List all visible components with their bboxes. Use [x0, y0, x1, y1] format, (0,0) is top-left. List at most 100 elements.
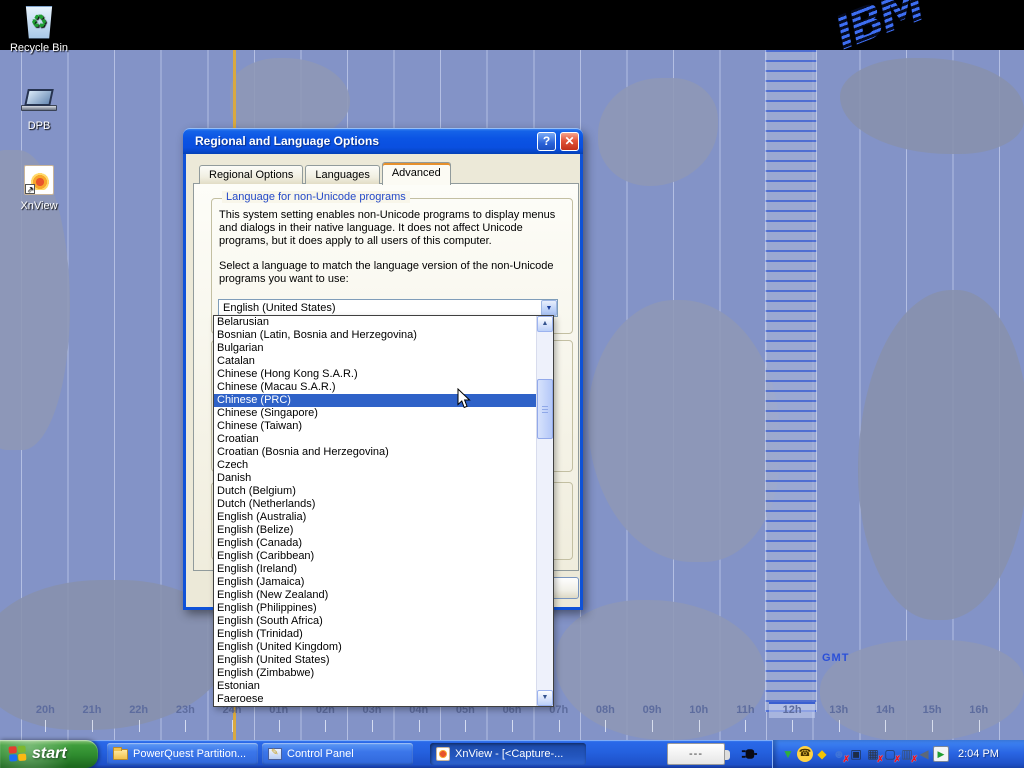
- language-list-item[interactable]: Czech: [214, 459, 536, 472]
- dialup-connection-icon[interactable]: ◆: [814, 746, 830, 762]
- language-list-item[interactable]: English (United Kingdom): [214, 641, 536, 654]
- timezone-tick: [909, 720, 956, 734]
- language-list-item[interactable]: Catalan: [214, 355, 536, 368]
- language-list-item[interactable]: Croatian (Bosnia and Herzegovina): [214, 446, 536, 459]
- timezone-tick: [349, 720, 396, 734]
- taskbar-button-control-panel[interactable]: Control Panel: [262, 743, 413, 765]
- power-plug-icon[interactable]: [739, 746, 758, 767]
- icon-label: XnView: [0, 200, 78, 212]
- timezone-tick: [209, 720, 256, 734]
- desktop-icon-dpb[interactable]: DPB: [0, 82, 78, 132]
- scroll-up-button[interactable]: ▲: [537, 316, 553, 332]
- icon-label: DPB: [0, 120, 78, 132]
- timezone-label: 09h: [629, 704, 676, 718]
- language-list-item[interactable]: English (Zimbabwe): [214, 667, 536, 680]
- language-list-item[interactable]: Danish: [214, 472, 536, 485]
- help-button[interactable]: ?: [537, 132, 556, 151]
- timezone-tick: [675, 720, 722, 734]
- chevron-up-icon: ▲: [542, 320, 549, 327]
- language-list-item[interactable]: Dutch (Belgium): [214, 485, 536, 498]
- timezone-tick: [769, 720, 816, 734]
- language-bar-icon[interactable]: ▶: [933, 746, 949, 762]
- folder-icon: [113, 749, 128, 760]
- status-widget[interactable]: ---: [667, 743, 725, 765]
- language-list-item[interactable]: English (Canada): [214, 537, 536, 550]
- timezone-tick: [69, 720, 116, 734]
- taskbar-clock: 2:04 PM: [958, 748, 999, 760]
- tab-regional-options[interactable]: Regional Options: [199, 165, 303, 184]
- timezone-label: 13h: [815, 704, 862, 718]
- language-list-item[interactable]: Belarusian: [214, 316, 536, 329]
- media-error-icon[interactable]: ▦ ✗: [865, 746, 881, 762]
- windows-flag-icon: [8, 745, 27, 762]
- group-caption: Language for non-Unicode programs: [222, 191, 410, 203]
- language-list-item[interactable]: Bulgarian: [214, 342, 536, 355]
- language-list: BelarusianBosnian (Latin, Bosnia and Her…: [214, 316, 536, 706]
- language-list-item[interactable]: English (Australia): [214, 511, 536, 524]
- combobox-dropdown-button[interactable]: ▼: [541, 300, 557, 316]
- scroll-down-button[interactable]: ▼: [537, 690, 553, 706]
- timezone-label: 23h: [162, 704, 209, 718]
- start-button[interactable]: start: [0, 740, 98, 768]
- taskbar-button-powerquest[interactable]: PowerQuest Partition...: [107, 743, 258, 765]
- language-list-item[interactable]: Chinese (PRC): [214, 394, 536, 407]
- language-list-item[interactable]: Croatian: [214, 433, 536, 446]
- chevron-down-icon: ▼: [546, 305, 553, 312]
- language-list-item[interactable]: Faeroese: [214, 693, 536, 706]
- timezone-label: 08h: [582, 704, 629, 718]
- language-list-item[interactable]: Chinese (Singapore): [214, 407, 536, 420]
- system-tray: ▼ ☎ ◆ ☻ ✗: [772, 740, 1024, 768]
- desktop-icon-recycle-bin[interactable]: ♻ Recycle Bin: [0, 4, 78, 54]
- offline-users-icon[interactable]: ☻ ✗: [831, 746, 847, 762]
- timezone-tick: [22, 720, 69, 734]
- description-text: This system setting enables non-Unicode …: [219, 209, 555, 248]
- timezone-tick: [722, 720, 769, 734]
- language-list-item[interactable]: Bosnian (Latin, Bosnia and Herzegovina): [214, 329, 536, 342]
- language-list-item[interactable]: English (Jamaica): [214, 576, 536, 589]
- control-panel-icon: [268, 748, 282, 760]
- language-dropdown-list: BelarusianBosnian (Latin, Bosnia and Her…: [213, 315, 554, 707]
- shortcut-arrow-icon: ↗: [25, 184, 35, 194]
- timezone-label: 22h: [115, 704, 162, 718]
- language-list-item[interactable]: English (Caribbean): [214, 550, 536, 563]
- recycle-bin-icon: ♻: [0, 4, 78, 40]
- language-list-item[interactable]: English (Philippines): [214, 602, 536, 615]
- language-list-item[interactable]: English (New Zealand): [214, 589, 536, 602]
- timezone-label: 20h: [22, 704, 69, 718]
- language-list-item[interactable]: Estonian: [214, 680, 536, 693]
- language-list-item[interactable]: Chinese (Taiwan): [214, 420, 536, 433]
- timezone-tick: [582, 720, 629, 734]
- tab-languages[interactable]: Languages: [305, 165, 379, 184]
- timezone-label: 10h: [675, 704, 722, 718]
- disconnected-computer-icon[interactable]: ▢ ✗: [882, 746, 898, 762]
- scrollbar-thumb[interactable]: [537, 379, 553, 439]
- close-button[interactable]: ✕: [560, 132, 579, 151]
- language-list-item[interactable]: Chinese (Hong Kong S.A.R.): [214, 368, 536, 381]
- xnview-icon: [436, 747, 450, 761]
- timezone-label: 21h: [69, 704, 116, 718]
- language-list-item[interactable]: English (United States): [214, 654, 536, 667]
- timezone-tick: [489, 720, 536, 734]
- desktop-icon-xnview[interactable]: ↗ XnView: [0, 162, 78, 212]
- timezone-label: 16h: [955, 704, 1002, 718]
- dialog-titlebar[interactable]: Regional and Language Options ? ✕: [183, 128, 583, 154]
- language-list-item[interactable]: English (Ireland): [214, 563, 536, 576]
- removable-storage-icon[interactable]: ▼: [780, 746, 796, 762]
- language-list-item[interactable]: English (South Africa): [214, 615, 536, 628]
- phone-dialer-icon[interactable]: ☎: [797, 746, 813, 762]
- timezone-tick: [302, 720, 349, 734]
- tab-advanced[interactable]: Advanced: [382, 162, 451, 185]
- tray-icons: ▼ ☎ ◆ ☻ ✗: [780, 746, 949, 762]
- language-list-item[interactable]: English (Trinidad): [214, 628, 536, 641]
- taskbar: start PowerQuest Partition... Control Pa…: [0, 740, 1024, 768]
- language-list-item[interactable]: Chinese (Macau S.A.R.): [214, 381, 536, 394]
- language-list-item[interactable]: English (Belize): [214, 524, 536, 537]
- taskbar-button-xnview[interactable]: XnView - [<Capture-...: [430, 743, 586, 765]
- lan-network-icon[interactable]: ▣: [848, 746, 864, 762]
- language-list-item[interactable]: Dutch (Netherlands): [214, 498, 536, 511]
- volume-icon[interactable]: ◀: [916, 746, 932, 762]
- desktop: IBM GMT 20h21h22h23h24h01h02h03h04h05h06…: [0, 0, 1024, 768]
- network-audio-muted-icon[interactable]: ▥ ✗: [899, 746, 915, 762]
- top-black-band: IBM: [0, 0, 1024, 50]
- list-scrollbar[interactable]: ▲ ▼: [536, 316, 553, 706]
